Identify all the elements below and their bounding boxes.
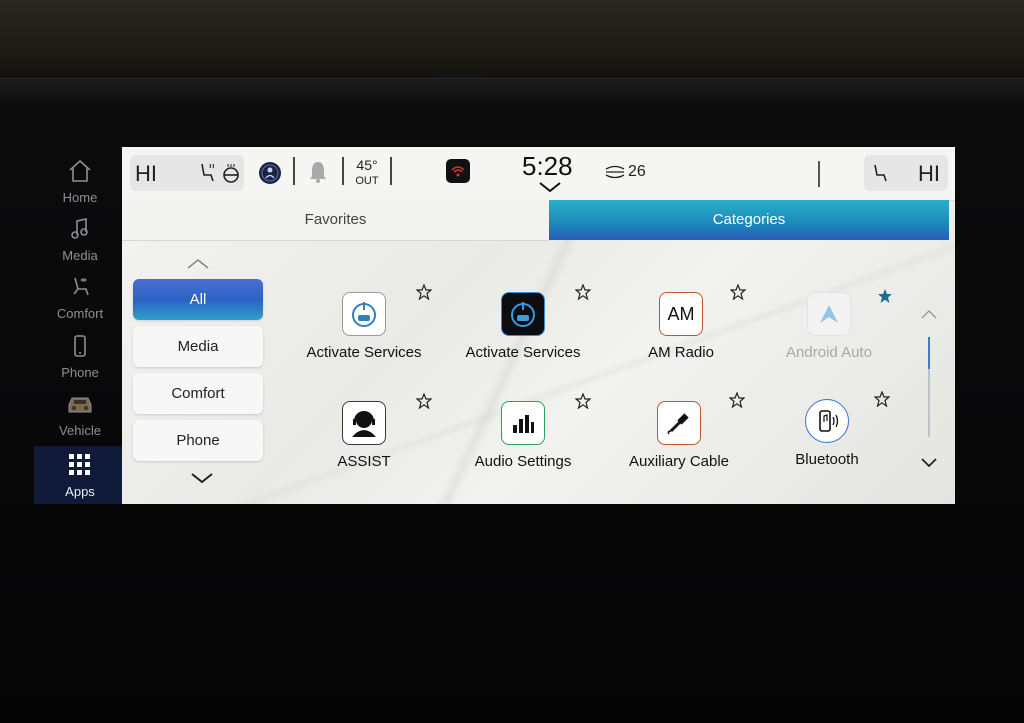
driver-profile-icon[interactable] [258, 161, 282, 190]
favorite-star-icon[interactable] [415, 392, 433, 410]
favorite-star-icon[interactable] [574, 283, 592, 301]
app-auxiliary-cable[interactable]: Auxiliary Cable [604, 401, 754, 470]
category-scroll-down-icon[interactable] [190, 471, 213, 485]
seat-icon [34, 274, 126, 304]
nav-home-label: Home [62, 190, 98, 205]
app-label: Activate Services [465, 344, 581, 361]
audio-settings-icon [501, 401, 545, 445]
favorite-star-icon[interactable] [574, 392, 592, 410]
status-bar: HI 45° OUT 5:28 26 HI [122, 147, 955, 201]
app-label: Auxiliary Cable [628, 453, 730, 470]
driver-climate-control[interactable]: HI [130, 155, 244, 191]
favorite-star-icon[interactable] [415, 283, 433, 301]
infotainment-screen: HI 45° OUT 5:28 26 HI Favorites Categori… [122, 147, 955, 504]
passenger-seat-icon[interactable] [870, 162, 890, 189]
nav-comfort-label: Comfort [56, 306, 104, 321]
bluetooth-phone-icon [805, 399, 849, 443]
nav-phone[interactable]: Phone [34, 333, 126, 391]
nav-apps[interactable]: Apps [34, 446, 126, 504]
passenger-temp: HI [918, 161, 940, 186]
wifi-hotspot-icon[interactable] [446, 159, 470, 188]
app-label: Android Auto [786, 344, 872, 361]
vehicle-icon [34, 391, 126, 421]
heated-seat-icon[interactable] [196, 161, 218, 190]
notifications-bell-icon[interactable] [307, 159, 329, 190]
apps-scroll-thumb[interactable] [928, 337, 930, 369]
bezel-top [0, 78, 1024, 105]
heated-wheel-icon[interactable] [220, 162, 242, 189]
app-label: Audio Settings [474, 453, 572, 470]
category-phone[interactable]: Phone [133, 420, 263, 461]
apps-grid-icon [34, 446, 126, 482]
category-all[interactable]: All [133, 279, 263, 320]
siriusxm-icon [604, 165, 626, 184]
status-separator [293, 157, 295, 185]
favorite-star-icon[interactable] [873, 390, 891, 408]
home-icon [34, 158, 126, 188]
nav-apps-label: Apps [65, 484, 95, 499]
category-media[interactable]: Media [133, 326, 263, 367]
category-scroll-up-icon[interactable] [186, 257, 209, 271]
category-comfort[interactable]: Comfort [133, 373, 263, 414]
music-note-icon [34, 216, 126, 246]
status-separator [818, 161, 820, 187]
nav-vehicle[interactable]: Vehicle [34, 391, 126, 449]
nav-phone-label: Phone [61, 365, 99, 380]
favorite-star-icon[interactable] [728, 391, 746, 409]
apps-scroll-down-icon[interactable] [920, 456, 938, 468]
status-separator [342, 157, 344, 185]
app-audio-settings[interactable]: Audio Settings [448, 401, 598, 470]
radio-channel: 26 [628, 163, 646, 180]
favorite-star-filled-icon[interactable] [877, 288, 893, 304]
clock-time: 5:28 [522, 151, 573, 181]
status-dropdown-chevron-icon[interactable] [538, 180, 561, 194]
driver-temp: HI [135, 161, 157, 186]
nav-media[interactable]: Media [34, 216, 126, 274]
nav-media-label: Media [62, 248, 98, 263]
app-label: Activate Services [306, 344, 422, 361]
status-separator [390, 157, 392, 185]
nav-vehicle-label: Vehicle [59, 423, 101, 438]
side-navigation: Home Media Comfort Phone Vehicle Apps [34, 150, 126, 504]
outside-temp: 45° [356, 157, 378, 173]
auxiliary-cable-icon [657, 401, 701, 445]
activate-services-icon [342, 292, 386, 336]
phone-icon [34, 333, 126, 363]
nav-home[interactable]: Home [34, 158, 126, 216]
favorite-star-icon[interactable] [729, 283, 747, 301]
app-label: ASSIST [337, 453, 391, 470]
app-activate-services-2[interactable]: Activate Services [448, 292, 598, 361]
app-assist[interactable]: ASSIST [289, 401, 439, 470]
am-radio-icon-text: AM [667, 303, 695, 324]
activate-services-dark-icon [501, 292, 545, 336]
app-am-radio[interactable]: AM AM Radio [606, 292, 756, 361]
app-label: AM Radio [648, 344, 714, 361]
tab-favorites[interactable]: Favorites [122, 200, 549, 241]
app-activate-services[interactable]: Activate Services [289, 292, 439, 361]
app-label: Bluetooth [795, 451, 859, 468]
assist-icon [342, 401, 386, 445]
outside-label: OUT [355, 175, 379, 187]
app-bluetooth[interactable]: Bluetooth [752, 399, 902, 468]
apps-scroll-up-icon[interactable] [920, 307, 938, 319]
passenger-climate-control[interactable]: HI [864, 155, 948, 191]
nav-comfort[interactable]: Comfort [34, 274, 126, 332]
android-auto-icon [807, 292, 851, 336]
tab-categories[interactable]: Categories [549, 200, 949, 240]
am-radio-icon: AM [659, 292, 703, 336]
